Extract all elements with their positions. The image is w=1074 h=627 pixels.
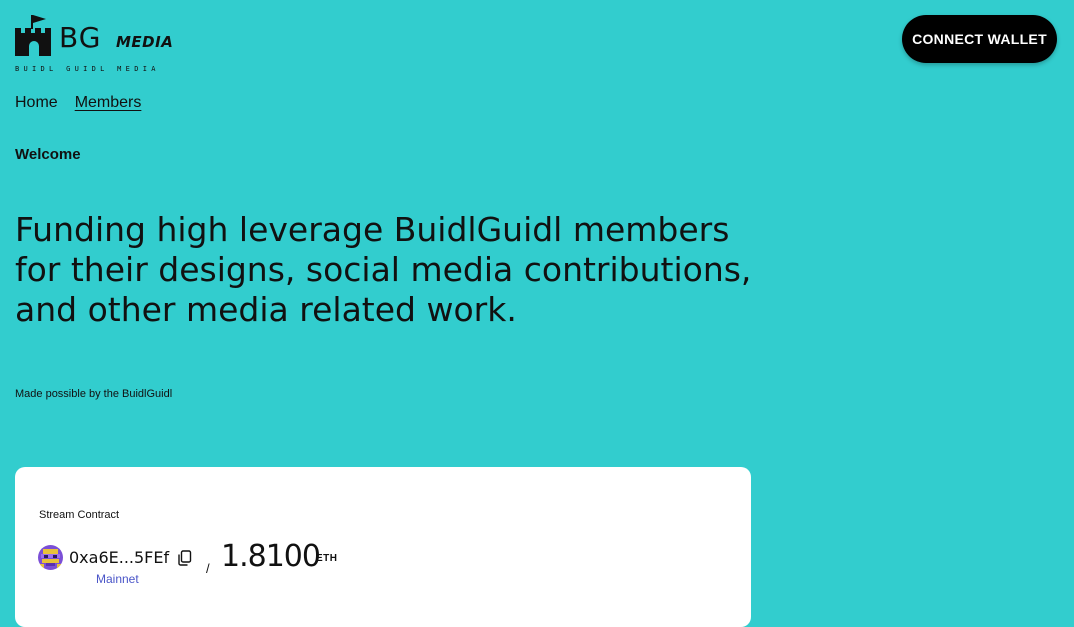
stream-contract-card: Stream Contract 0xa6E...5FEf Mainnet / 1… [15, 467, 751, 627]
main-nav: Home Members [15, 94, 141, 112]
logo[interactable]: BG MEDIA BUIDL GUIDL MEDIA [15, 14, 173, 74]
logo-subtitle: BUIDL GUIDL MEDIA [15, 65, 160, 73]
welcome-heading: Welcome [15, 146, 81, 163]
avatar-icon [38, 545, 63, 570]
nav-item-members[interactable]: Members [75, 94, 142, 112]
stream-contract-label: Stream Contract [39, 509, 120, 521]
logo-tag: MEDIA [116, 33, 174, 51]
separator: / [206, 561, 210, 576]
hero-text: Funding high leverage BuidlGuidl members… [15, 210, 752, 329]
stream-address[interactable]: 0xa6E...5FEf [69, 548, 169, 567]
copy-icon[interactable] [177, 549, 193, 566]
connect-wallet-button[interactable]: CONNECT WALLET [902, 15, 1057, 63]
balance-unit: ETH [316, 553, 338, 564]
hero-subtext: Made possible by the BuidlGuidl [15, 388, 173, 400]
castle-icon [15, 15, 51, 56]
logo-title: BG [59, 21, 102, 54]
address-row: 0xa6E...5FEf [38, 545, 193, 570]
network-label: Mainnet [96, 572, 139, 586]
header: BG MEDIA BUIDL GUIDL MEDIA CONNECT WALLE… [0, 0, 1074, 80]
stream-balance: 1.8100 [221, 539, 321, 574]
nav-item-home[interactable]: Home [15, 94, 58, 112]
